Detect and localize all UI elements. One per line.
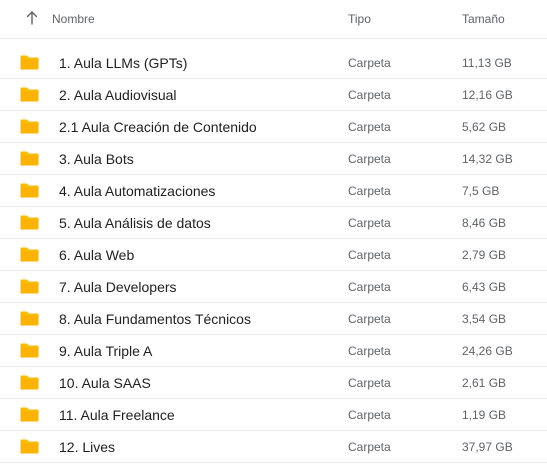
file-rows: 1. Aula LLMs (GPTs) Carpeta 11,13 GB 2. Aul… (0, 47, 547, 463)
folder-icon (20, 151, 39, 166)
file-size: 2,61 GB (462, 376, 507, 390)
folder-icon (20, 183, 39, 198)
column-header-size[interactable]: Tamaño (462, 12, 505, 26)
file-name[interactable]: 9. Aula Triple A (59, 343, 152, 359)
file-name[interactable]: 6. Aula Web (59, 247, 134, 263)
table-row[interactable]: 5. Aula Análisis de datos Carpeta 8,46 GB (0, 207, 547, 239)
file-name[interactable]: 3. Aula Bots (59, 151, 134, 167)
table-row[interactable]: 10. Aula SAAS Carpeta 2,61 GB (0, 367, 547, 399)
file-type: Carpeta (348, 312, 391, 326)
table-row[interactable]: 2. Aula Audiovisual Carpeta 12,16 GB (0, 79, 547, 111)
column-header-type[interactable]: Tipo (348, 12, 371, 26)
file-size: 2,79 GB (462, 248, 507, 262)
table-row[interactable]: 9. Aula Triple A Carpeta 24,26 GB (0, 335, 547, 367)
file-type: Carpeta (348, 88, 391, 102)
file-size: 7,5 GB (462, 184, 500, 198)
table-row[interactable]: 3. Aula Bots Carpeta 14,32 GB (0, 143, 547, 175)
file-name[interactable]: 2. Aula Audiovisual (59, 87, 177, 103)
file-type: Carpeta (348, 408, 391, 422)
file-name[interactable]: 7. Aula Developers (59, 279, 177, 295)
file-list: Nombre Tipo Tamaño 1. Aula LLMs (GPTs) Ca… (0, 0, 547, 463)
table-row[interactable]: 8. Aula Fundamentos Técnicos Carpeta 3,54 … (0, 303, 547, 335)
file-type: Carpeta (348, 376, 391, 390)
file-size: 3,54 GB (462, 312, 507, 326)
table-row[interactable]: 11. Aula Freelance Carpeta 1,19 GB (0, 399, 547, 431)
file-name[interactable]: 12. Lives (59, 439, 115, 455)
table-row[interactable]: 6. Aula Web Carpeta 2,79 GB (0, 239, 547, 271)
file-type: Carpeta (348, 56, 391, 70)
file-type: Carpeta (348, 248, 391, 262)
file-type: Carpeta (348, 280, 391, 294)
file-type: Carpeta (348, 440, 391, 454)
file-list-header: Nombre Tipo Tamaño (0, 0, 547, 39)
folder-icon (20, 375, 39, 390)
file-name[interactable]: 10. Aula SAAS (59, 375, 151, 391)
file-name[interactable]: 1. Aula LLMs (GPTs) (59, 55, 187, 71)
file-name[interactable]: 11. Aula Freelance (59, 407, 175, 423)
folder-icon (20, 343, 39, 358)
file-size: 8,46 GB (462, 216, 507, 230)
table-row[interactable]: 2.1 Aula Creación de Contenido Carpeta 5,6… (0, 111, 547, 143)
file-type: Carpeta (348, 344, 391, 358)
folder-icon (20, 439, 39, 454)
file-type: Carpeta (348, 216, 391, 230)
folder-icon (20, 215, 39, 230)
folder-icon (20, 119, 39, 134)
file-name[interactable]: 8. Aula Fundamentos Técnicos (59, 311, 251, 327)
file-type: Carpeta (348, 152, 391, 166)
file-name[interactable]: 4. Aula Automatizaciones (59, 183, 215, 199)
file-name[interactable]: 5. Aula Análisis de datos (59, 215, 211, 231)
file-size: 11,13 GB (462, 56, 512, 70)
column-header-name[interactable]: Nombre (52, 12, 95, 26)
file-type: Carpeta (348, 184, 391, 198)
folder-icon (20, 247, 39, 262)
file-size: 37,97 GB (462, 440, 513, 454)
file-size: 1,19 GB (462, 408, 507, 422)
file-size: 5,62 GB (462, 120, 507, 134)
file-name[interactable]: 2.1 Aula Creación de Contenido (59, 119, 257, 135)
file-size: 14,32 GB (462, 152, 513, 166)
folder-icon (20, 55, 39, 70)
arrow-up-icon[interactable] (26, 11, 38, 25)
file-size: 24,26 GB (462, 344, 513, 358)
folder-icon (20, 279, 39, 294)
table-row[interactable]: 7. Aula Developers Carpeta 6,43 GB (0, 271, 547, 303)
file-size: 12,16 GB (462, 88, 513, 102)
file-size: 6,43 GB (462, 280, 507, 294)
folder-icon (20, 87, 39, 102)
table-row[interactable]: 1. Aula LLMs (GPTs) Carpeta 11,13 GB (0, 47, 547, 79)
folder-icon (20, 407, 39, 422)
folder-icon (20, 311, 39, 326)
table-row[interactable]: 4. Aula Automatizaciones Carpeta 7,5 GB (0, 175, 547, 207)
table-row[interactable]: 12. Lives Carpeta 37,97 GB (0, 431, 547, 463)
file-type: Carpeta (348, 120, 391, 134)
